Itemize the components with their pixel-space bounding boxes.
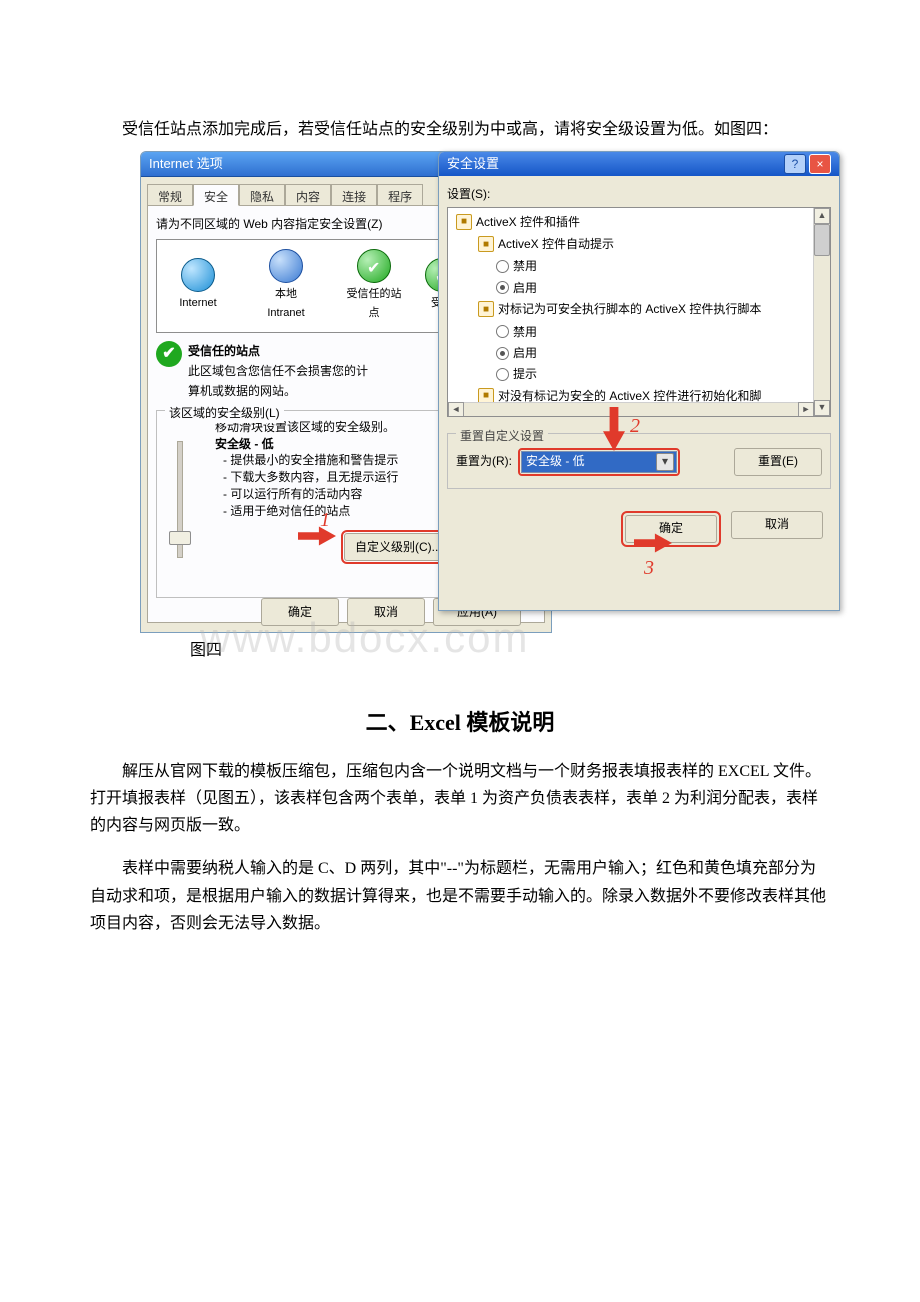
settings-label: 设置(S): <box>447 184 831 204</box>
activex-root-icon: ■ <box>456 214 472 230</box>
level-label: 安全级 - 低 <box>215 437 274 451</box>
opt-disable[interactable]: 禁用 <box>496 256 828 276</box>
tab-content[interactable]: 内容 <box>285 184 331 206</box>
opt-enable[interactable]: 启用 <box>496 278 828 298</box>
safe-script-label: 对标记为可安全执行脚本的 ActiveX 控件执行脚本 <box>498 299 761 319</box>
reset-legend: 重置自定义设置 <box>456 426 548 446</box>
custom-level-button[interactable]: 自定义级别(C)... <box>344 533 453 561</box>
zone-trusted-label-2: 点 <box>369 304 380 323</box>
annotation-2: 2 <box>630 409 640 443</box>
tab-security[interactable]: 安全 <box>193 184 239 206</box>
arrow-2-icon <box>600 407 628 451</box>
opt-enable-label: 启用 <box>513 278 537 298</box>
opt-prompt-label: 提示 <box>513 364 537 384</box>
zone-trusted[interactable]: 受信任的站 点 <box>339 249 409 322</box>
check-icon: ✔ <box>156 341 182 367</box>
reset-button[interactable]: 重置(E) <box>734 448 822 476</box>
scroll-right-icon[interactable]: ► <box>798 402 814 417</box>
intro-paragraph: 受信任站点添加完成后，若受信任站点的安全级别为中或高，请将安全级设置为低。如图四… <box>90 116 830 143</box>
ie-cancel-button[interactable]: 取消 <box>347 598 425 626</box>
internet-icon <box>181 258 215 292</box>
auto-prompt-label: ActiveX 控件自动提示 <box>498 234 614 254</box>
annotation-1: 1 <box>320 503 330 537</box>
trusted-desc-1: 此区域包含您信任不会损害您的计 <box>188 364 368 378</box>
help-icon[interactable]: ? <box>784 154 806 174</box>
activex-icon: ■ <box>478 236 494 252</box>
combo-highlight: 安全级 - 低 <box>518 448 680 476</box>
sec-title-bar: 安全设置 ? × <box>439 152 839 176</box>
scroll-up-icon[interactable]: ▲ <box>814 208 830 224</box>
opt-enable-label: 启用 <box>513 343 537 363</box>
intranet-icon <box>269 249 303 283</box>
tab-connection[interactable]: 连接 <box>331 184 377 206</box>
close-icon[interactable]: × <box>809 154 831 174</box>
ie-ok-button[interactable]: 确定 <box>261 598 339 626</box>
settings-tree[interactable]: ■ActiveX 控件和插件 ■ActiveX 控件自动提示 禁用 启用 ■对标… <box>447 207 831 417</box>
reset-combo[interactable]: 安全级 - 低 <box>521 451 677 473</box>
scroll-thumb[interactable] <box>814 224 830 256</box>
zone-internet[interactable]: Internet <box>163 258 233 313</box>
sec-title-text: 安全设置 <box>447 153 499 175</box>
scroll-down-icon[interactable]: ▼ <box>814 400 830 416</box>
scroll-left-icon[interactable]: ◄ <box>448 402 464 417</box>
trusted-heading: 受信任的站点 <box>188 344 260 358</box>
sec-cancel-button[interactable]: 取消 <box>731 511 823 539</box>
tab-general[interactable]: 常规 <box>147 184 193 206</box>
trusted-desc-2: 算机或数据的网站。 <box>188 384 296 398</box>
security-slider-handle[interactable] <box>169 531 191 545</box>
annotation-3: 3 <box>644 551 654 585</box>
tree-root-label: ActiveX 控件和插件 <box>476 212 580 232</box>
figure-four: Internet 选项 常规 安全 隐私 内容 连接 程序 请为不同区域的 We… <box>140 151 830 664</box>
security-level-legend: 该区域的安全级别(L) <box>165 403 284 423</box>
zone-intranet-label-2: Intranet <box>267 304 304 323</box>
opt-prompt[interactable]: 提示 <box>496 364 828 384</box>
paragraph-2: 解压从官网下载的模板压缩包，压缩包内含一个说明文档与一个财务报表填报表样的 EX… <box>90 758 830 840</box>
arrow-1-icon <box>298 524 336 548</box>
tab-privacy[interactable]: 隐私 <box>239 184 285 206</box>
zone-intranet[interactable]: 本地 Intranet <box>251 249 321 322</box>
zone-internet-label: Internet <box>179 294 216 313</box>
section-2-heading: 二、Excel 模板说明 <box>90 704 830 741</box>
trusted-icon <box>357 249 391 283</box>
zone-trusted-label-1: 受信任的站 <box>347 285 402 304</box>
opt-enable[interactable]: 启用 <box>496 343 828 363</box>
vertical-scrollbar[interactable]: ▲ ▼ <box>813 208 830 416</box>
reset-label: 重置为(R): <box>456 451 512 471</box>
tab-programs[interactable]: 程序 <box>377 184 423 206</box>
paragraph-3: 表样中需要纳税人输入的是 C、D 两列，其中"--"为标题栏，无需用户输入；红色… <box>90 855 830 937</box>
activex-icon: ■ <box>478 301 494 317</box>
figure-caption: 图四 <box>190 637 830 664</box>
opt-disable-label: 禁用 <box>513 322 537 342</box>
opt-disable-label: 禁用 <box>513 256 537 276</box>
zone-intranet-label-1: 本地 <box>275 285 297 304</box>
opt-disable[interactable]: 禁用 <box>496 322 828 342</box>
